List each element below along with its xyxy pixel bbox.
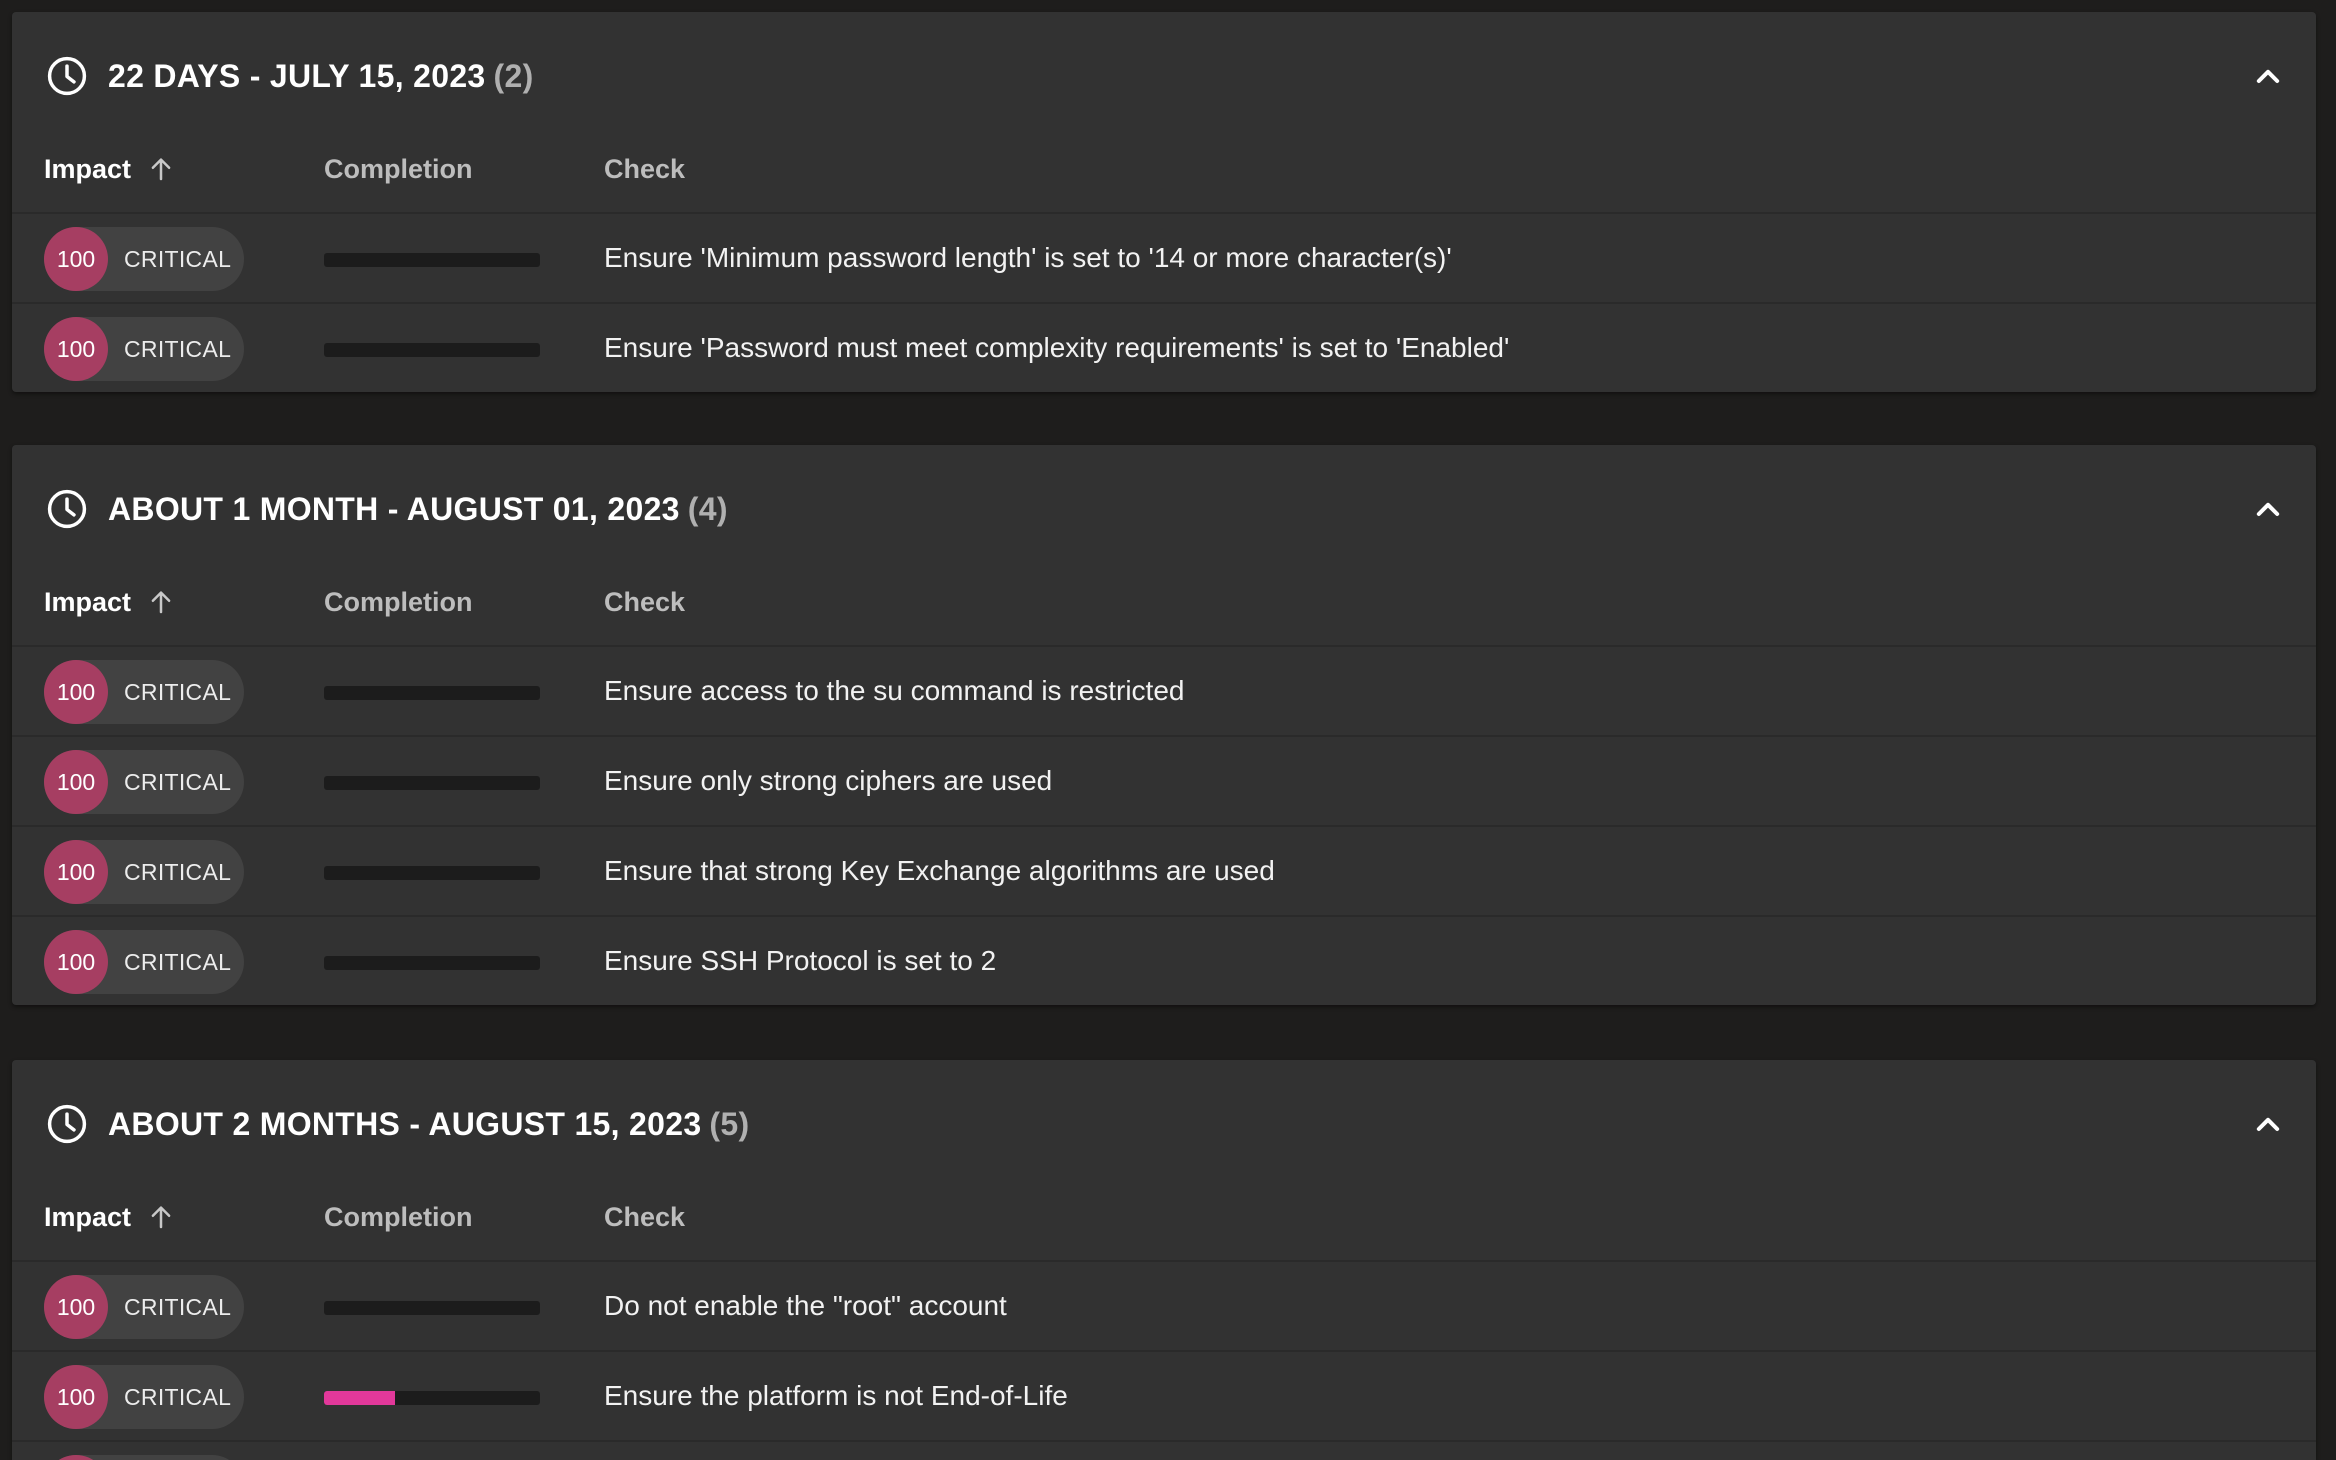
impact-chip: 100 CRITICAL: [44, 317, 244, 381]
completion-bar: [324, 1301, 540, 1315]
impact-column-header[interactable]: Impact: [44, 140, 131, 198]
impact-chip: 100 CRITICAL: [44, 227, 244, 291]
check-title[interactable]: Do not enable the "root" account: [604, 1262, 1007, 1350]
completion-bar: [324, 866, 540, 880]
check-title[interactable]: Ensure the platform is not End-of-Life: [604, 1352, 1068, 1440]
impact-chip: 100 CRITICAL: [44, 660, 244, 724]
check-column-header[interactable]: Check: [604, 573, 685, 631]
impact-score: 100: [44, 1455, 108, 1460]
impact-column-header[interactable]: Impact: [44, 1188, 131, 1246]
completion-column-header[interactable]: Completion: [324, 1188, 473, 1246]
check-title[interactable]: Ensure that strong Key Exchange algorith…: [604, 827, 1275, 915]
check-group-card-2: ABOUT 1 MONTH - AUGUST 01, 2023 (4) Impac…: [12, 445, 2316, 1005]
table-header: Impact Completion Check: [12, 140, 2316, 214]
completion-bar: [324, 1391, 540, 1405]
impact-score: 100: [44, 750, 108, 814]
completion-bar: [324, 253, 540, 267]
impact-level: CRITICAL: [124, 336, 232, 362]
group-count: (5): [709, 1106, 750, 1142]
table-row[interactable]: 100 CRITICAL Ensure 'Minimum password le…: [12, 214, 2316, 304]
check-group-card-1: 22 DAYS - JULY 15, 2023 (2) Impact Comple…: [12, 12, 2316, 392]
completion-column-header[interactable]: Completion: [324, 140, 473, 198]
check-title[interactable]: Ensure SSH Protocol is set to 2: [604, 917, 996, 1005]
table-row[interactable]: 100 CRITICAL Ensure that strong Key Exch…: [12, 827, 2316, 917]
table-header: Impact Completion Check: [12, 573, 2316, 647]
completion-bar: [324, 776, 540, 790]
clock-icon: [47, 56, 87, 96]
completion-bar-fill: [324, 1391, 396, 1405]
impact-score: 100: [44, 840, 108, 904]
chevron-up-icon[interactable]: [2248, 489, 2288, 529]
impact-chip: 100 CRITICAL: [44, 930, 244, 994]
impact-chip: 100 CRITICAL: [44, 1275, 244, 1339]
completion-column-header[interactable]: Completion: [324, 573, 473, 631]
group-title-text: 22 DAYS - JULY 15, 2023: [108, 58, 486, 94]
table-row[interactable]: 100 CRITICAL Ensure SSH Protocol is set …: [12, 917, 2316, 1005]
group-header[interactable]: ABOUT 2 MONTHS - AUGUST 15, 2023 (5): [12, 1060, 2316, 1188]
check-title[interactable]: Ensure 'Password must meet complexity re…: [604, 304, 1509, 392]
impact-score: 100: [44, 1275, 108, 1339]
group-title: ABOUT 1 MONTH - AUGUST 01, 2023 (4): [108, 445, 728, 573]
impact-chip: 100 CRITICAL: [44, 1365, 244, 1429]
arrow-up-icon[interactable]: [146, 587, 176, 617]
impact-level: CRITICAL: [124, 246, 232, 272]
group-title: ABOUT 2 MONTHS - AUGUST 15, 2023 (5): [108, 1060, 749, 1188]
table-row[interactable]: 100 CRITICAL Ensure access to the su com…: [12, 647, 2316, 737]
impact-level: CRITICAL: [124, 1294, 232, 1320]
table-row[interactable]: 100 CRITICAL Ensure 'Password must meet …: [12, 304, 2316, 392]
table-row[interactable]: 100 CRITICAL Do not enable the "root" ac…: [12, 1262, 2316, 1352]
impact-level: CRITICAL: [124, 949, 232, 975]
impact-column-header[interactable]: Impact: [44, 573, 131, 631]
table-row[interactable]: 100 CRITICAL Ensure the platform is not …: [12, 1352, 2316, 1442]
group-title-text: ABOUT 2 MONTHS - AUGUST 15, 2023: [108, 1106, 702, 1142]
check-title[interactable]: Ensure 'Minimum password length' is set …: [604, 214, 1452, 302]
impact-score: 100: [44, 227, 108, 291]
impact-score: 100: [44, 930, 108, 994]
impact-score: 100: [44, 1365, 108, 1429]
impact-chip: 100 CRITICAL: [44, 750, 244, 814]
checks-page: 22 DAYS - JULY 15, 2023 (2) Impact Comple…: [0, 0, 2336, 1460]
chevron-up-icon[interactable]: [2248, 1104, 2288, 1144]
table-body: 100 CRITICAL Ensure 'Minimum password le…: [12, 214, 2316, 392]
clock-icon: [47, 489, 87, 529]
check-column-header[interactable]: Check: [604, 140, 685, 198]
impact-level: CRITICAL: [124, 859, 232, 885]
impact-level: CRITICAL: [124, 679, 232, 705]
impact-score: 100: [44, 317, 108, 381]
table-body: 100 CRITICAL Do not enable the "root" ac…: [12, 1262, 2316, 1460]
impact-chip: 100 CRITICAL: [44, 840, 244, 904]
check-column-header[interactable]: Check: [604, 1188, 685, 1246]
check-group-card-3: ABOUT 2 MONTHS - AUGUST 15, 2023 (5) Impa…: [12, 1060, 2316, 1460]
group-title-text: ABOUT 1 MONTH - AUGUST 01, 2023: [108, 491, 680, 527]
table-body: 100 CRITICAL Ensure access to the su com…: [12, 647, 2316, 1005]
arrow-up-icon[interactable]: [146, 154, 176, 184]
impact-level: CRITICAL: [124, 1384, 232, 1410]
impact-level: CRITICAL: [124, 769, 232, 795]
table-header: Impact Completion Check: [12, 1188, 2316, 1262]
impact-chip: 100 CRITICAL: [44, 1455, 244, 1460]
group-count: (2): [493, 58, 534, 94]
impact-level: CRITICAL: [124, 1455, 231, 1460]
table-row[interactable]: 100 CRITICAL Ensure only strong ciphers …: [12, 737, 2316, 827]
completion-bar: [324, 343, 540, 357]
check-title[interactable]: Ensure only strong ciphers are used: [604, 737, 1052, 825]
chevron-up-icon[interactable]: [2248, 56, 2288, 96]
group-title: 22 DAYS - JULY 15, 2023 (2): [108, 12, 534, 140]
arrow-up-icon[interactable]: [146, 1202, 176, 1232]
clock-icon: [47, 1104, 87, 1144]
group-header[interactable]: ABOUT 1 MONTH - AUGUST 01, 2023 (4): [12, 445, 2316, 573]
completion-bar: [324, 956, 540, 970]
table-row[interactable]: 100 CRITICAL: [12, 1442, 2316, 1460]
check-title[interactable]: Ensure access to the su command is restr…: [604, 647, 1184, 735]
group-header[interactable]: 22 DAYS - JULY 15, 2023 (2): [12, 12, 2316, 140]
completion-bar: [324, 686, 540, 700]
group-count: (4): [687, 491, 728, 527]
impact-score: 100: [44, 660, 108, 724]
